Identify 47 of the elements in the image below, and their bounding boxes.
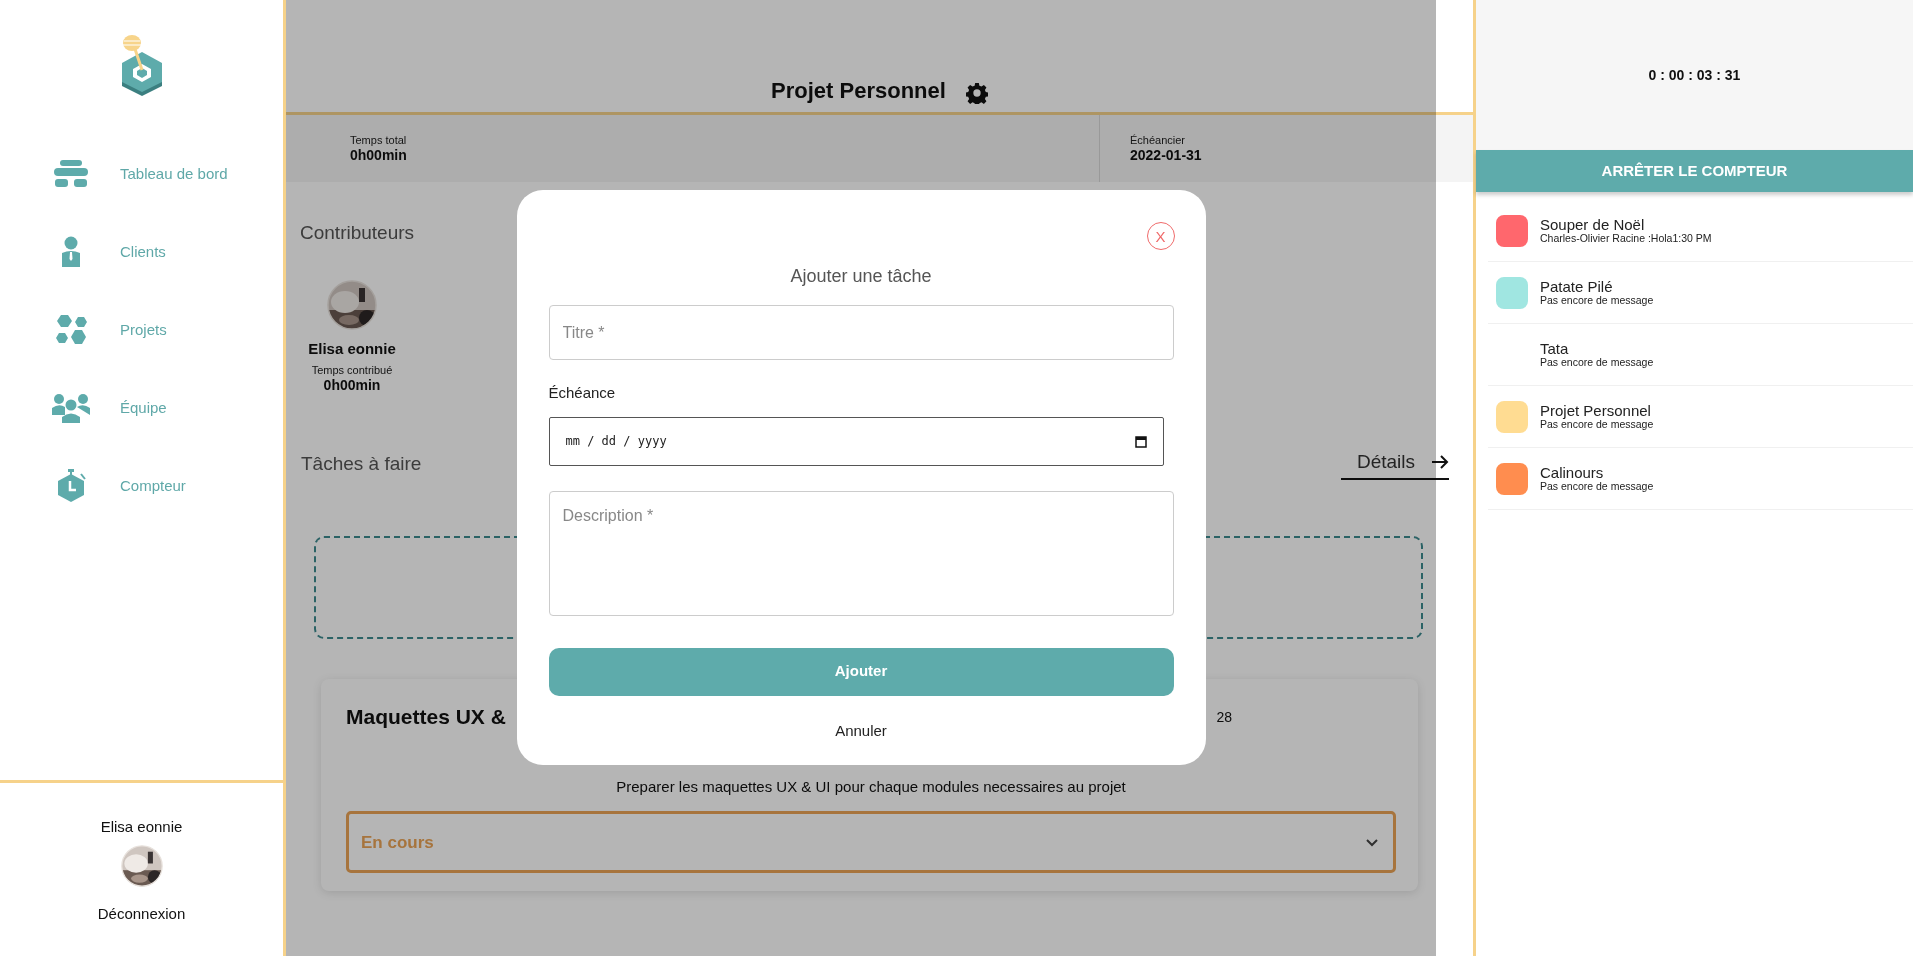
description-field[interactable]: Description * <box>548 490 1174 616</box>
contributor-time: 0h00min <box>323 377 381 394</box>
project-message: Charles-Olivier Racine :Hola1:30 PM <box>1540 232 1712 245</box>
project-item[interactable]: Patate Pilé Pas encore de message <box>1488 262 1913 324</box>
project-message: Pas encore de message <box>1540 294 1654 307</box>
project-message: Pas encore de message <box>1540 480 1654 493</box>
stat-label: Temps total <box>350 134 408 147</box>
title-field[interactable]: Titre * <box>548 305 1174 360</box>
field-label: Échéance <box>548 383 617 403</box>
calendar-icon <box>1134 434 1147 448</box>
contributor-label: Temps contribué <box>311 363 393 377</box>
details-link[interactable]: Détails <box>1340 447 1449 481</box>
task-date: 28 <box>1216 708 1232 728</box>
project-message: Pas encore de message <box>1540 418 1654 431</box>
project-name: Calinours <box>1540 464 1605 481</box>
modal-title: Ajouter une tâche <box>790 265 932 288</box>
chevron-icon <box>1365 837 1379 847</box>
cancel-button[interactable]: Annuler <box>835 719 887 742</box>
project-title: Projet Personnel <box>771 77 946 104</box>
project-name: Souper de Noël <box>1540 216 1646 233</box>
settings-icon <box>965 82 988 104</box>
person-icon <box>59 236 83 268</box>
project-name: Projet Personnel <box>1540 402 1652 419</box>
stopwatch-icon <box>55 469 87 503</box>
project-item[interactable]: Calinours Pas encore de message <box>1488 448 1913 510</box>
date-field[interactable]: mm / dd / yyyy <box>548 416 1164 466</box>
logout-link[interactable]: Déconnexion <box>97 902 186 925</box>
project-message: Pas encore de message <box>1540 356 1654 369</box>
timer-display: 0 : 00 : 03 : 31 <box>1476 0 1913 150</box>
project-item[interactable]: Projet Personnel Pas encore de message <box>1488 386 1913 448</box>
section-heading: Contributeurs <box>300 222 415 245</box>
task-description: Preparer les maquettes UX & UI pour chaque modules necessaires au projet <box>615 776 1127 797</box>
hive-icon <box>52 158 90 190</box>
user-name: Elisa eonnie <box>100 817 183 837</box>
stat-value: 0h00min <box>350 146 408 163</box>
stat-value: 2022-01-31 <box>1130 146 1203 163</box>
section-heading: Tâches à faire <box>301 452 422 476</box>
project-name: Tata <box>1540 340 1570 357</box>
project-name: Patate Pilé <box>1540 278 1614 295</box>
contributor-name: Elisa eonnie <box>308 339 396 358</box>
project-item[interactable]: Tata Pas encore de message <box>1488 324 1913 386</box>
arrow-icon <box>1431 454 1449 471</box>
stat-label: Échéancier <box>1130 134 1187 147</box>
task-title: Maquettes UX & <box>346 704 506 731</box>
hexagons-icon <box>53 314 89 346</box>
project-item[interactable]: Souper de Noël Charles-Olivier Racine :Hola1:30 PM <box>1488 200 1913 262</box>
group-icon <box>52 393 90 423</box>
